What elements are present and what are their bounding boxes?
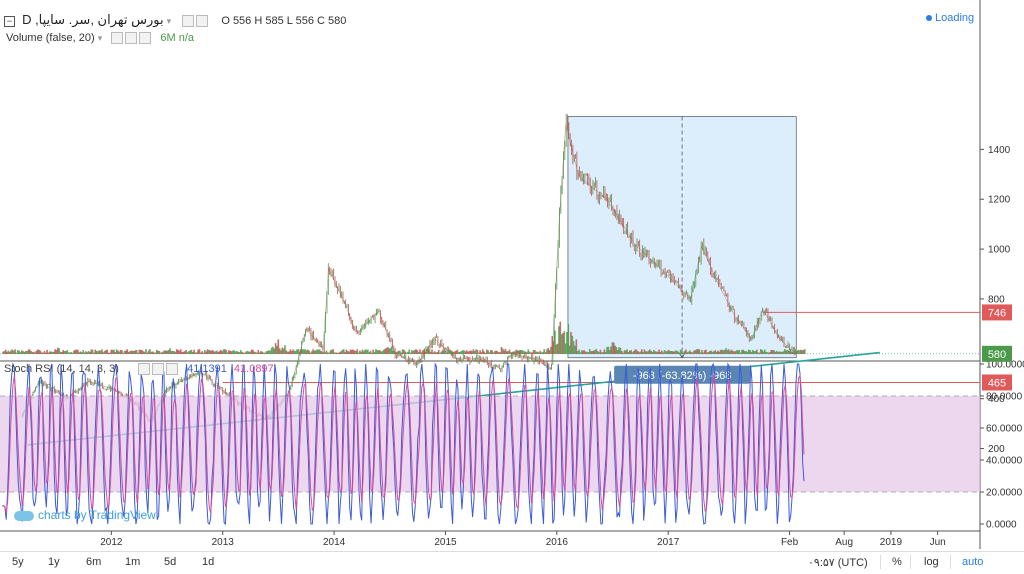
y-tick-label: 200 (988, 444, 1005, 455)
ohlc-h-value: 585 (265, 15, 284, 27)
x-tick-label: Jun (930, 537, 946, 548)
y-tick-label: 1400 (988, 145, 1011, 156)
symbol-dropdown-icon[interactable]: ▾ (167, 16, 172, 26)
symbol-header: − بورس تهران ,سر. سايپا, D ▾ O 556 H 585… (4, 12, 346, 28)
ohlc-l-value: 556 (295, 15, 314, 27)
cloud-logo-icon (14, 510, 34, 521)
bottom-toolbar: 5y 1y 6m 1m 5d 1d ۰۹:۵۷ (UTC) % log auto (0, 551, 1024, 574)
price-tag-top: 746 (988, 307, 1006, 319)
x-tick-label: Feb (781, 537, 799, 548)
loading-text: Loading (935, 12, 975, 24)
x-tick-label: Aug (835, 537, 853, 548)
tradingview-watermark[interactable]: charts by TradingView (14, 508, 156, 522)
volume-header: Volume (false, 20) ▾ 6M n/a (6, 32, 195, 45)
stoch-y-tick-label: 0.0000 (986, 520, 1017, 531)
measure-tool-layer[interactable] (567, 116, 797, 359)
y-tick-label: 1000 (988, 245, 1011, 256)
price-tags-layer: 746 580 465 (982, 304, 1012, 391)
y-tick-label: 1200 (988, 195, 1011, 206)
x-tick-label: 2015 (434, 537, 457, 548)
timezone-readout[interactable]: ۰۹:۵۷ (UTC) (808, 556, 868, 569)
symbol-title[interactable]: بورس تهران ,سر. سايپا, D (22, 12, 164, 27)
loading-dot-icon (926, 15, 932, 22)
stoch-d-value: 41.0897 (233, 363, 274, 375)
x-tick-label: 2014 (323, 537, 346, 548)
y-tick-label: 800 (988, 294, 1005, 305)
chart-window: -968 (-63.82%) -968 2012 2013 2014 2015 2016… (0, 0, 1024, 574)
stoch-settings-icon[interactable] (138, 363, 151, 376)
stoch-hide-icon[interactable] (152, 363, 165, 376)
symbol-hide-icon[interactable] (196, 15, 209, 28)
x-tick-label: 2017 (657, 537, 680, 548)
toolbar-divider (950, 555, 951, 569)
toolbar-divider (910, 555, 911, 569)
timeframe-6m[interactable]: 6m (86, 556, 101, 568)
ohlc-h-label: H (254, 15, 263, 27)
volume-bar (804, 349, 806, 354)
ohlc-readout: O 556 H 585 L 556 C 580 (221, 15, 346, 27)
collapse-icon[interactable]: − (4, 15, 15, 27)
stoch-y-tick-label: 20.0000 (986, 488, 1023, 499)
stoch-k-value: 41.1391 (187, 363, 227, 375)
timeframe-1y[interactable]: 1y (48, 556, 60, 568)
price-tag-bottom: 465 (988, 377, 1006, 389)
ohlc-c-label: C (317, 15, 325, 27)
ohlc-c-value: 580 (328, 15, 347, 27)
x-tick-label: 2012 (100, 537, 123, 548)
ohlc-o-label: O (221, 15, 230, 27)
volume-label[interactable]: Volume (false, 20) (6, 32, 95, 44)
x-tick-label: 2013 (212, 537, 235, 548)
volume-value: n/a (178, 32, 195, 44)
volume-settings-icon[interactable] (111, 32, 124, 45)
timeframe-5y[interactable]: 5y (12, 556, 24, 568)
timeframe-1m[interactable]: 1m (125, 556, 140, 568)
ohlc-o-value: 556 (232, 15, 252, 27)
percent-scale-toggle[interactable]: % (892, 556, 902, 568)
log-scale-toggle[interactable]: log (924, 556, 939, 568)
watermark-text: charts by TradingView (38, 508, 156, 522)
stoch-y-tick-label: 80.0000 (986, 392, 1023, 403)
volume-dropdown-icon[interactable]: ▾ (98, 33, 103, 43)
x-tick-label: 2019 (880, 537, 903, 548)
volume-hide-icon[interactable] (125, 32, 138, 45)
chart-canvas[interactable]: -968 (-63.82%) -968 2012 2013 2014 2015 2016… (0, 0, 1024, 573)
timeframe-5d[interactable]: 5d (164, 556, 176, 568)
stoch-header: Stoch RSI (14, 14, 3, 3) 41.1391 41.0897 (4, 363, 274, 376)
stoch-remove-icon[interactable] (166, 363, 179, 376)
x-tick-label: 2016 (546, 537, 569, 548)
symbol-settings-icon[interactable] (182, 15, 195, 28)
loading-indicator: Loading (926, 12, 974, 24)
ohlc-l-label: L (286, 15, 293, 27)
stoch-y-tick-label: 40.0000 (986, 456, 1023, 467)
volume-value-label: 6M (160, 32, 176, 44)
stoch-rsi-layer (0, 362, 980, 526)
toolbar-divider (880, 555, 881, 569)
price-tag-current: 580 (988, 349, 1006, 361)
stoch-label[interactable]: Stoch RSI (14, 14, 3, 3) (4, 363, 119, 375)
auto-scale-toggle[interactable]: auto (962, 556, 983, 568)
stoch-y-tick-label: 60.0000 (986, 424, 1023, 435)
timeframe-1d[interactable]: 1d (202, 556, 214, 568)
volume-remove-icon[interactable] (139, 32, 152, 45)
